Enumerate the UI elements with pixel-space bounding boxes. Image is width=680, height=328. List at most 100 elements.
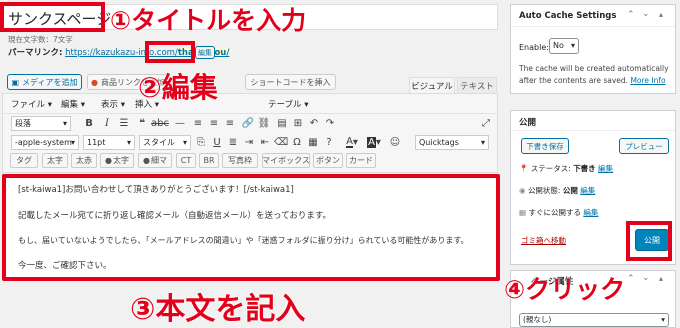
qt-photo-frame-button[interactable]: 写真枠 (222, 153, 258, 168)
clear-format-icon[interactable]: ⌫ (274, 134, 288, 150)
parent-page-select[interactable]: (親なし) ▾ (519, 313, 669, 327)
style-select-value: スタイル (143, 138, 175, 147)
chevron-down-icon: ▾ (62, 119, 67, 128)
italic-icon[interactable]: I (101, 115, 113, 131)
font-select-value: -apple-system (15, 138, 72, 147)
paste-text-icon[interactable]: ⎘ (195, 134, 207, 150)
align-right-icon[interactable]: ≡ (223, 115, 237, 131)
product-link-icon: ● (91, 77, 98, 87)
visibility-row: ◉ 公開状態: 公開 編集 (519, 185, 595, 196)
chevron-down-icon: ▾ (70, 138, 75, 147)
bold-icon[interactable]: B (83, 115, 95, 131)
qt-marker-button[interactable]: ● 細マ (138, 153, 172, 168)
bullet-list-icon[interactable]: ☰ (117, 115, 131, 131)
style-select[interactable]: スタイル ▾ (139, 135, 191, 150)
horizontal-rule-icon[interactable]: — (173, 115, 187, 131)
fullscreen-icon[interactable]: ⤢ (479, 115, 493, 131)
pin-icon: 📍 (519, 164, 529, 173)
status-edit-link[interactable]: 編集 (598, 164, 613, 173)
enable-select-value: No (553, 41, 564, 50)
chevron-up-icon[interactable]: ⌃ (627, 274, 635, 284)
quote-icon[interactable]: ❝ (135, 115, 149, 131)
chevron-down-icon[interactable]: ⌄ (642, 9, 650, 19)
align-center-icon[interactable]: ≡ (207, 115, 221, 131)
align-left-icon[interactable]: ≡ (191, 115, 205, 131)
table-icon[interactable]: ▦ (307, 134, 319, 150)
schedule-edit-link[interactable]: 編集 (583, 208, 598, 217)
format-select[interactable]: 段落 ▾ (11, 116, 71, 131)
publish-title: 公開 (519, 118, 537, 128)
schedule-row: ▦ すぐに公開する 編集 (519, 207, 598, 218)
auto-cache-header[interactable]: Auto Cache Settings ⌃ ⌄ ▴ (511, 5, 675, 27)
calendar-icon: ▦ (519, 208, 527, 217)
insert-shortcode-button[interactable]: ショートコードを挿入 (245, 74, 336, 90)
tab-text[interactable]: テキスト (457, 77, 497, 93)
text-color-icon[interactable]: A ▾ (343, 134, 361, 150)
outdent-icon[interactable]: ⇤ (259, 134, 271, 150)
parent-page-select-value: (親なし) (523, 315, 552, 324)
menu-table[interactable]: テーブル ▾ (268, 98, 308, 110)
collapse-arrow-icon[interactable]: ▴ (659, 10, 663, 19)
highlight-content-box (2, 174, 500, 281)
help-icon[interactable]: ? (323, 134, 335, 150)
publish-header[interactable]: 公開 (511, 111, 675, 131)
qt-marker-label: 細マ (150, 156, 167, 165)
grid-icon[interactable]: ⊞ (291, 115, 305, 131)
chevron-down-icon[interactable]: ⌄ (642, 273, 650, 283)
eye-icon: ◉ (519, 186, 526, 195)
chevron-up-icon[interactable]: ⌃ (627, 10, 635, 20)
permalink-edit-button[interactable]: 編集 (195, 46, 215, 59)
menu-file[interactable]: ファイル ▾ (11, 98, 52, 110)
quicktags-select-value: Quicktags (419, 138, 459, 147)
tab-visual[interactable]: ビジュアル (409, 77, 455, 93)
emoji-icon[interactable]: ☺ (389, 134, 401, 150)
omega-icon[interactable]: Ω (291, 134, 303, 150)
qt-mybox-button[interactable]: マイボックス (262, 153, 310, 168)
save-draft-button[interactable]: 下書き保存 (521, 138, 569, 154)
justify-icon[interactable]: ≣ (227, 134, 239, 150)
shortcode-label: ショートコードを挿入 (250, 77, 331, 87)
media-icon: ▣ (11, 77, 20, 87)
trash-link[interactable]: ゴミ箱へ移動 (521, 235, 566, 246)
enable-select[interactable]: No ▾ (549, 38, 579, 54)
qt-tag-button[interactable]: タグ (10, 153, 38, 168)
menubar: ファイル ▾ 編集 ▾ 表示 ▾ 挿入 ▾ テーブル ▾ (3, 94, 497, 114)
visibility-edit-link[interactable]: 編集 (580, 186, 595, 195)
qt-br-button[interactable]: BR (199, 153, 219, 168)
preview-button[interactable]: プレビュー (619, 138, 669, 154)
qt-bold-button[interactable]: 太字 (42, 153, 68, 168)
permalink-label: パーマリンク: (8, 48, 63, 58)
size-select[interactable]: 11pt ▾ (83, 135, 135, 150)
schedule-label: すぐに公開する (528, 208, 581, 217)
qt-bold-red-button[interactable]: 太赤 (71, 153, 97, 168)
qt-bold-circle-button[interactable]: ● 太字 (100, 153, 134, 168)
menu-edit[interactable]: 編集 ▾ (61, 98, 85, 110)
qt-ct-button[interactable]: CT (176, 153, 196, 168)
quicktags-select[interactable]: Quicktags ▾ (415, 135, 489, 150)
auto-cache-panel: Auto Cache Settings ⌃ ⌄ ▴ Enable: No ▾ Th… (510, 4, 676, 94)
more-icon[interactable]: ▤ (275, 115, 289, 131)
font-select[interactable]: -apple-system ▾ (11, 135, 79, 150)
strikethrough-icon[interactable]: abc (151, 115, 169, 131)
highlight-slug-box (145, 41, 195, 63)
annotation-step4: ④クリック (504, 275, 626, 304)
annotation-step3: ③本文を記入 (130, 292, 306, 327)
redo-icon[interactable]: ↷ (323, 115, 337, 131)
highlight-publish-box (626, 221, 672, 261)
more-info-link[interactable]: More Info (630, 76, 665, 85)
link-icon[interactable]: 🔗 (241, 115, 255, 131)
chevron-down-icon: ▾ (661, 315, 665, 324)
menu-view[interactable]: 表示 ▾ (101, 98, 125, 110)
qt-button-button[interactable]: ボタン (313, 153, 343, 168)
circle-icon: ● (105, 156, 112, 165)
unlink-icon[interactable]: ⛓ (257, 115, 271, 131)
indent-icon[interactable]: ⇥ (243, 134, 255, 150)
add-media-button[interactable]: ▣ メディアを追加 (7, 74, 82, 90)
annotation-step2: ②編集 (138, 71, 218, 104)
underline-icon[interactable]: U (211, 134, 223, 150)
qt-card-button[interactable]: カード (346, 153, 376, 168)
chevron-down-icon: ▾ (126, 138, 131, 147)
highlight-color-icon[interactable]: A ▾ (365, 134, 383, 150)
undo-icon[interactable]: ↶ (307, 115, 321, 131)
collapse-arrow-icon[interactable]: ▴ (659, 274, 663, 283)
